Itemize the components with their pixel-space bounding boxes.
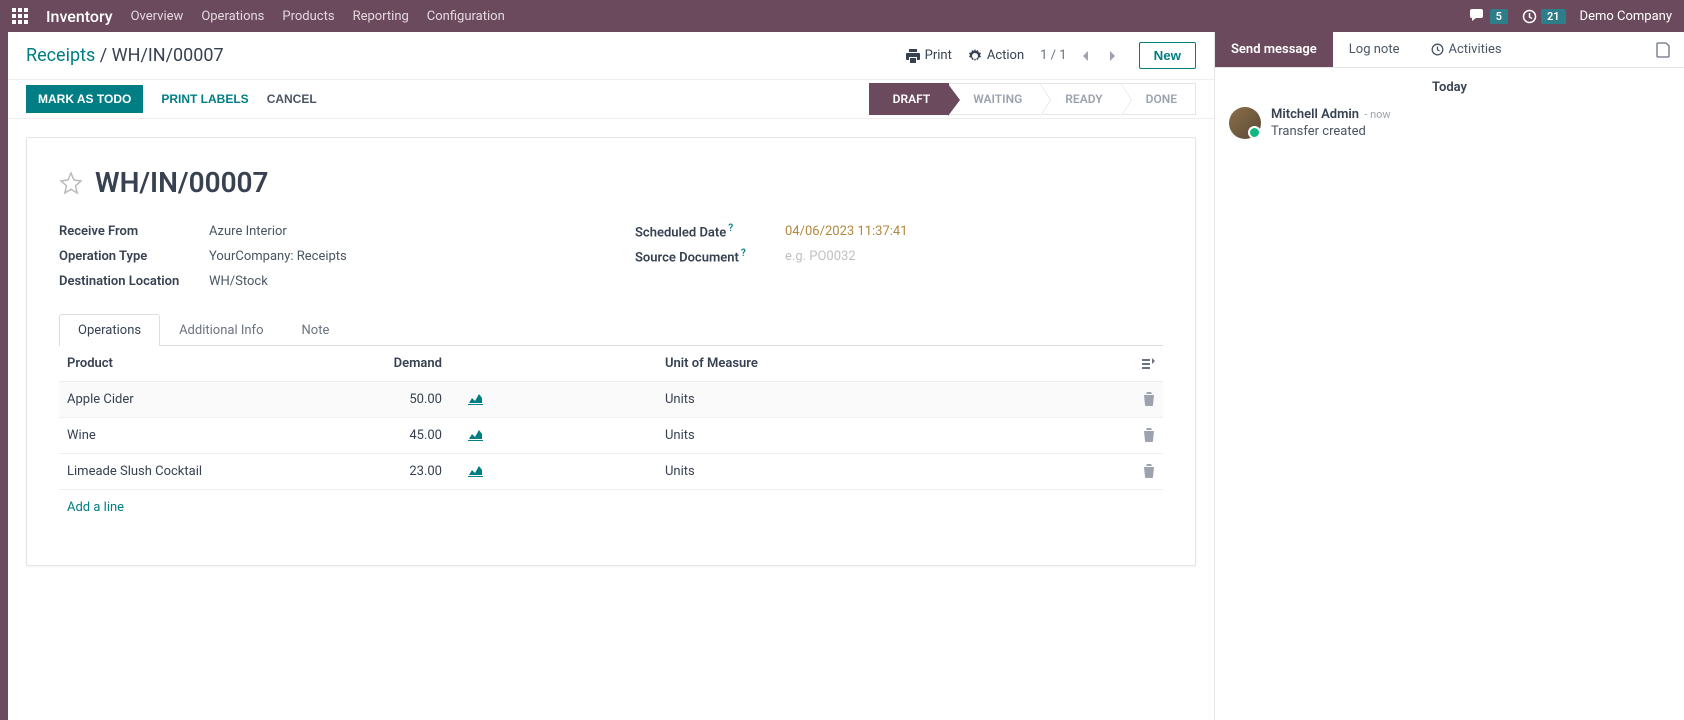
- attachments-icon[interactable]: [1642, 42, 1684, 58]
- messaging-button[interactable]: 5: [1470, 9, 1508, 24]
- favorite-star-icon[interactable]: [59, 171, 83, 195]
- cell-uom[interactable]: Units: [657, 453, 1117, 489]
- stage-done[interactable]: DONE: [1122, 83, 1196, 115]
- status-bar: MARK AS TODO PRINT LABELS CANCEL DRAFT W…: [8, 79, 1214, 119]
- chevron-right-icon: [1109, 50, 1117, 62]
- tab-note[interactable]: Note: [283, 314, 349, 346]
- new-button[interactable]: New: [1139, 42, 1196, 69]
- msg-text: Transfer created: [1271, 124, 1391, 139]
- stage-ready[interactable]: READY: [1041, 83, 1121, 115]
- col-demand[interactable]: Demand: [335, 346, 450, 382]
- pager: 1 / 1: [1040, 46, 1122, 66]
- cell-uom[interactable]: Units: [657, 417, 1117, 453]
- forecast-icon[interactable]: [468, 464, 483, 479]
- add-line-link[interactable]: Add a line: [59, 490, 132, 525]
- chat-icon: [1470, 9, 1486, 23]
- clock-icon: [1522, 9, 1537, 24]
- tab-operations[interactable]: Operations: [59, 314, 160, 346]
- pager-prev[interactable]: [1075, 46, 1095, 66]
- chevron-left-icon: [1081, 50, 1089, 62]
- table-row[interactable]: Limeade Slush Cocktail23.00 Units: [59, 453, 1163, 489]
- app-name[interactable]: Inventory: [46, 7, 113, 26]
- value-receive-from[interactable]: Azure Interior: [209, 224, 287, 239]
- tab-additional-info[interactable]: Additional Info: [160, 314, 282, 346]
- nav-overview[interactable]: Overview: [131, 9, 184, 24]
- value-scheduled-date[interactable]: 04/06/2023 11:37:41: [785, 224, 908, 239]
- forecast-icon[interactable]: [468, 392, 483, 407]
- delete-icon[interactable]: [1143, 464, 1155, 479]
- print-labels-button[interactable]: PRINT LABELS: [161, 85, 248, 113]
- col-product[interactable]: Product: [59, 346, 335, 382]
- pager-next[interactable]: [1103, 46, 1123, 66]
- top-nav: Inventory Overview Operations Products R…: [0, 0, 1684, 32]
- pager-value[interactable]: 1 / 1: [1040, 48, 1066, 63]
- label-receive-from: Receive From: [59, 224, 209, 239]
- print-button[interactable]: Print: [906, 48, 952, 63]
- cell-product[interactable]: Apple Cider: [59, 381, 335, 417]
- label-source-document: Source Document?: [635, 248, 785, 265]
- value-source-document[interactable]: e.g. PO0032: [785, 249, 856, 264]
- cell-product[interactable]: Limeade Slush Cocktail: [59, 453, 335, 489]
- nav-products[interactable]: Products: [282, 9, 334, 24]
- label-scheduled-date: Scheduled Date?: [635, 223, 785, 240]
- operations-table: Product Demand Unit of Measure Apple Cid…: [59, 346, 1163, 490]
- help-icon[interactable]: ?: [741, 248, 746, 259]
- mark-as-todo-button[interactable]: MARK AS TODO: [26, 85, 143, 113]
- delete-icon[interactable]: [1143, 392, 1155, 407]
- columns-settings-icon[interactable]: [1141, 356, 1155, 371]
- activities-button[interactable]: 21: [1522, 9, 1566, 24]
- delete-icon[interactable]: [1143, 428, 1155, 443]
- label-operation-type: Operation Type: [59, 249, 209, 264]
- help-icon[interactable]: ?: [728, 223, 733, 234]
- log-note-button[interactable]: Log note: [1333, 32, 1416, 67]
- form-sheet: WH/IN/00007 Receive From Azure Interior …: [26, 137, 1196, 566]
- activities-button[interactable]: Activities: [1415, 32, 1517, 67]
- cell-uom[interactable]: Units: [657, 381, 1117, 417]
- value-operation-type[interactable]: YourCompany: Receipts: [209, 249, 347, 264]
- cancel-button[interactable]: CANCEL: [267, 85, 317, 113]
- print-icon: [906, 49, 920, 63]
- record-title: WH/IN/00007: [95, 166, 269, 199]
- table-row[interactable]: Apple Cider50.00 Units: [59, 381, 1163, 417]
- breadcrumb-parent[interactable]: Receipts: [26, 45, 95, 66]
- gear-icon: [968, 49, 982, 63]
- breadcrumb: Receipts / WH/IN/00007: [26, 45, 224, 66]
- apps-icon[interactable]: [12, 8, 28, 24]
- stage-waiting[interactable]: WAITING: [949, 83, 1041, 115]
- company-name[interactable]: Demo Company: [1580, 9, 1672, 24]
- cell-demand[interactable]: 45.00: [335, 417, 450, 453]
- cell-demand[interactable]: 23.00: [335, 453, 450, 489]
- nav-operations[interactable]: Operations: [201, 9, 264, 24]
- cell-demand[interactable]: 50.00: [335, 381, 450, 417]
- forecast-icon[interactable]: [468, 428, 483, 443]
- breadcrumb-current: WH/IN/00007: [112, 45, 224, 66]
- label-destination-location: Destination Location: [59, 274, 209, 289]
- cell-product[interactable]: Wine: [59, 417, 335, 453]
- today-label: Today: [1215, 68, 1684, 103]
- tabs: Operations Additional Info Note: [59, 313, 1163, 346]
- msg-author[interactable]: Mitchell Admin: [1271, 107, 1359, 122]
- msg-time: - now: [1364, 108, 1390, 121]
- clock-icon: [1431, 43, 1444, 56]
- avatar[interactable]: [1229, 107, 1261, 139]
- control-bar: Receipts / WH/IN/00007 Print Action 1 / …: [8, 32, 1214, 79]
- nav-reporting[interactable]: Reporting: [353, 9, 409, 24]
- clock-badge: 21: [1541, 9, 1566, 24]
- nav-configuration[interactable]: Configuration: [427, 9, 505, 24]
- action-button[interactable]: Action: [968, 48, 1024, 63]
- table-row[interactable]: Wine45.00 Units: [59, 417, 1163, 453]
- col-uom[interactable]: Unit of Measure: [657, 346, 1117, 382]
- stage-draft[interactable]: DRAFT: [869, 83, 950, 115]
- send-message-button[interactable]: Send message: [1215, 32, 1333, 67]
- value-destination-location[interactable]: WH/Stock: [209, 274, 268, 289]
- status-stages: DRAFT WAITING READY DONE: [869, 83, 1196, 115]
- chatter-panel: Send message Log note Activities Today M…: [1214, 32, 1684, 720]
- chat-badge: 5: [1490, 9, 1508, 24]
- message: Mitchell Admin - now Transfer created: [1215, 103, 1684, 143]
